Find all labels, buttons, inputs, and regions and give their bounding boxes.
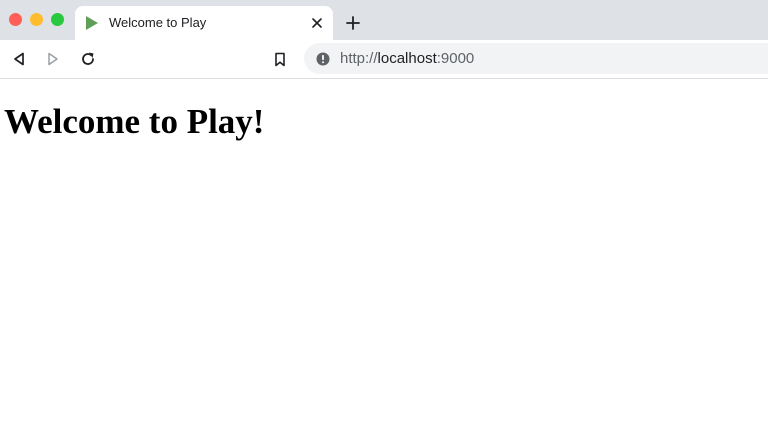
plus-icon: [346, 16, 360, 30]
reload-button[interactable]: [78, 49, 98, 69]
close-icon: [312, 18, 322, 28]
info-icon[interactable]: [316, 52, 330, 66]
back-icon: [14, 52, 24, 66]
address-bar[interactable]: http://localhost:9000: [304, 43, 768, 74]
window-maximize-button[interactable]: [51, 13, 64, 26]
window-close-button[interactable]: [9, 13, 22, 26]
forward-button[interactable]: [43, 49, 63, 69]
window-minimize-button[interactable]: [30, 13, 43, 26]
back-button[interactable]: [9, 49, 29, 69]
url-port: :9000: [436, 50, 475, 67]
forward-icon: [48, 52, 58, 66]
browser-toolbar: http://localhost:9000: [0, 40, 768, 79]
url-text[interactable]: http://localhost:9000: [340, 50, 474, 67]
page-heading: Welcome to Play!: [4, 102, 265, 141]
play-favicon-icon: [85, 15, 99, 31]
browser-titlebar: Welcome to Play: [0, 0, 768, 40]
page-content: Welcome to Play!: [0, 80, 768, 427]
browser-tab[interactable]: Welcome to Play: [75, 6, 333, 40]
url-host: localhost: [377, 50, 437, 67]
reload-icon: [82, 52, 94, 65]
tab-close-button[interactable]: [307, 13, 327, 33]
url-scheme: http://: [340, 50, 378, 67]
bookmark-icon: [275, 52, 285, 66]
new-tab-button[interactable]: [343, 13, 363, 33]
tab-title: Welcome to Play: [109, 15, 207, 30]
bookmark-button[interactable]: [270, 49, 290, 69]
